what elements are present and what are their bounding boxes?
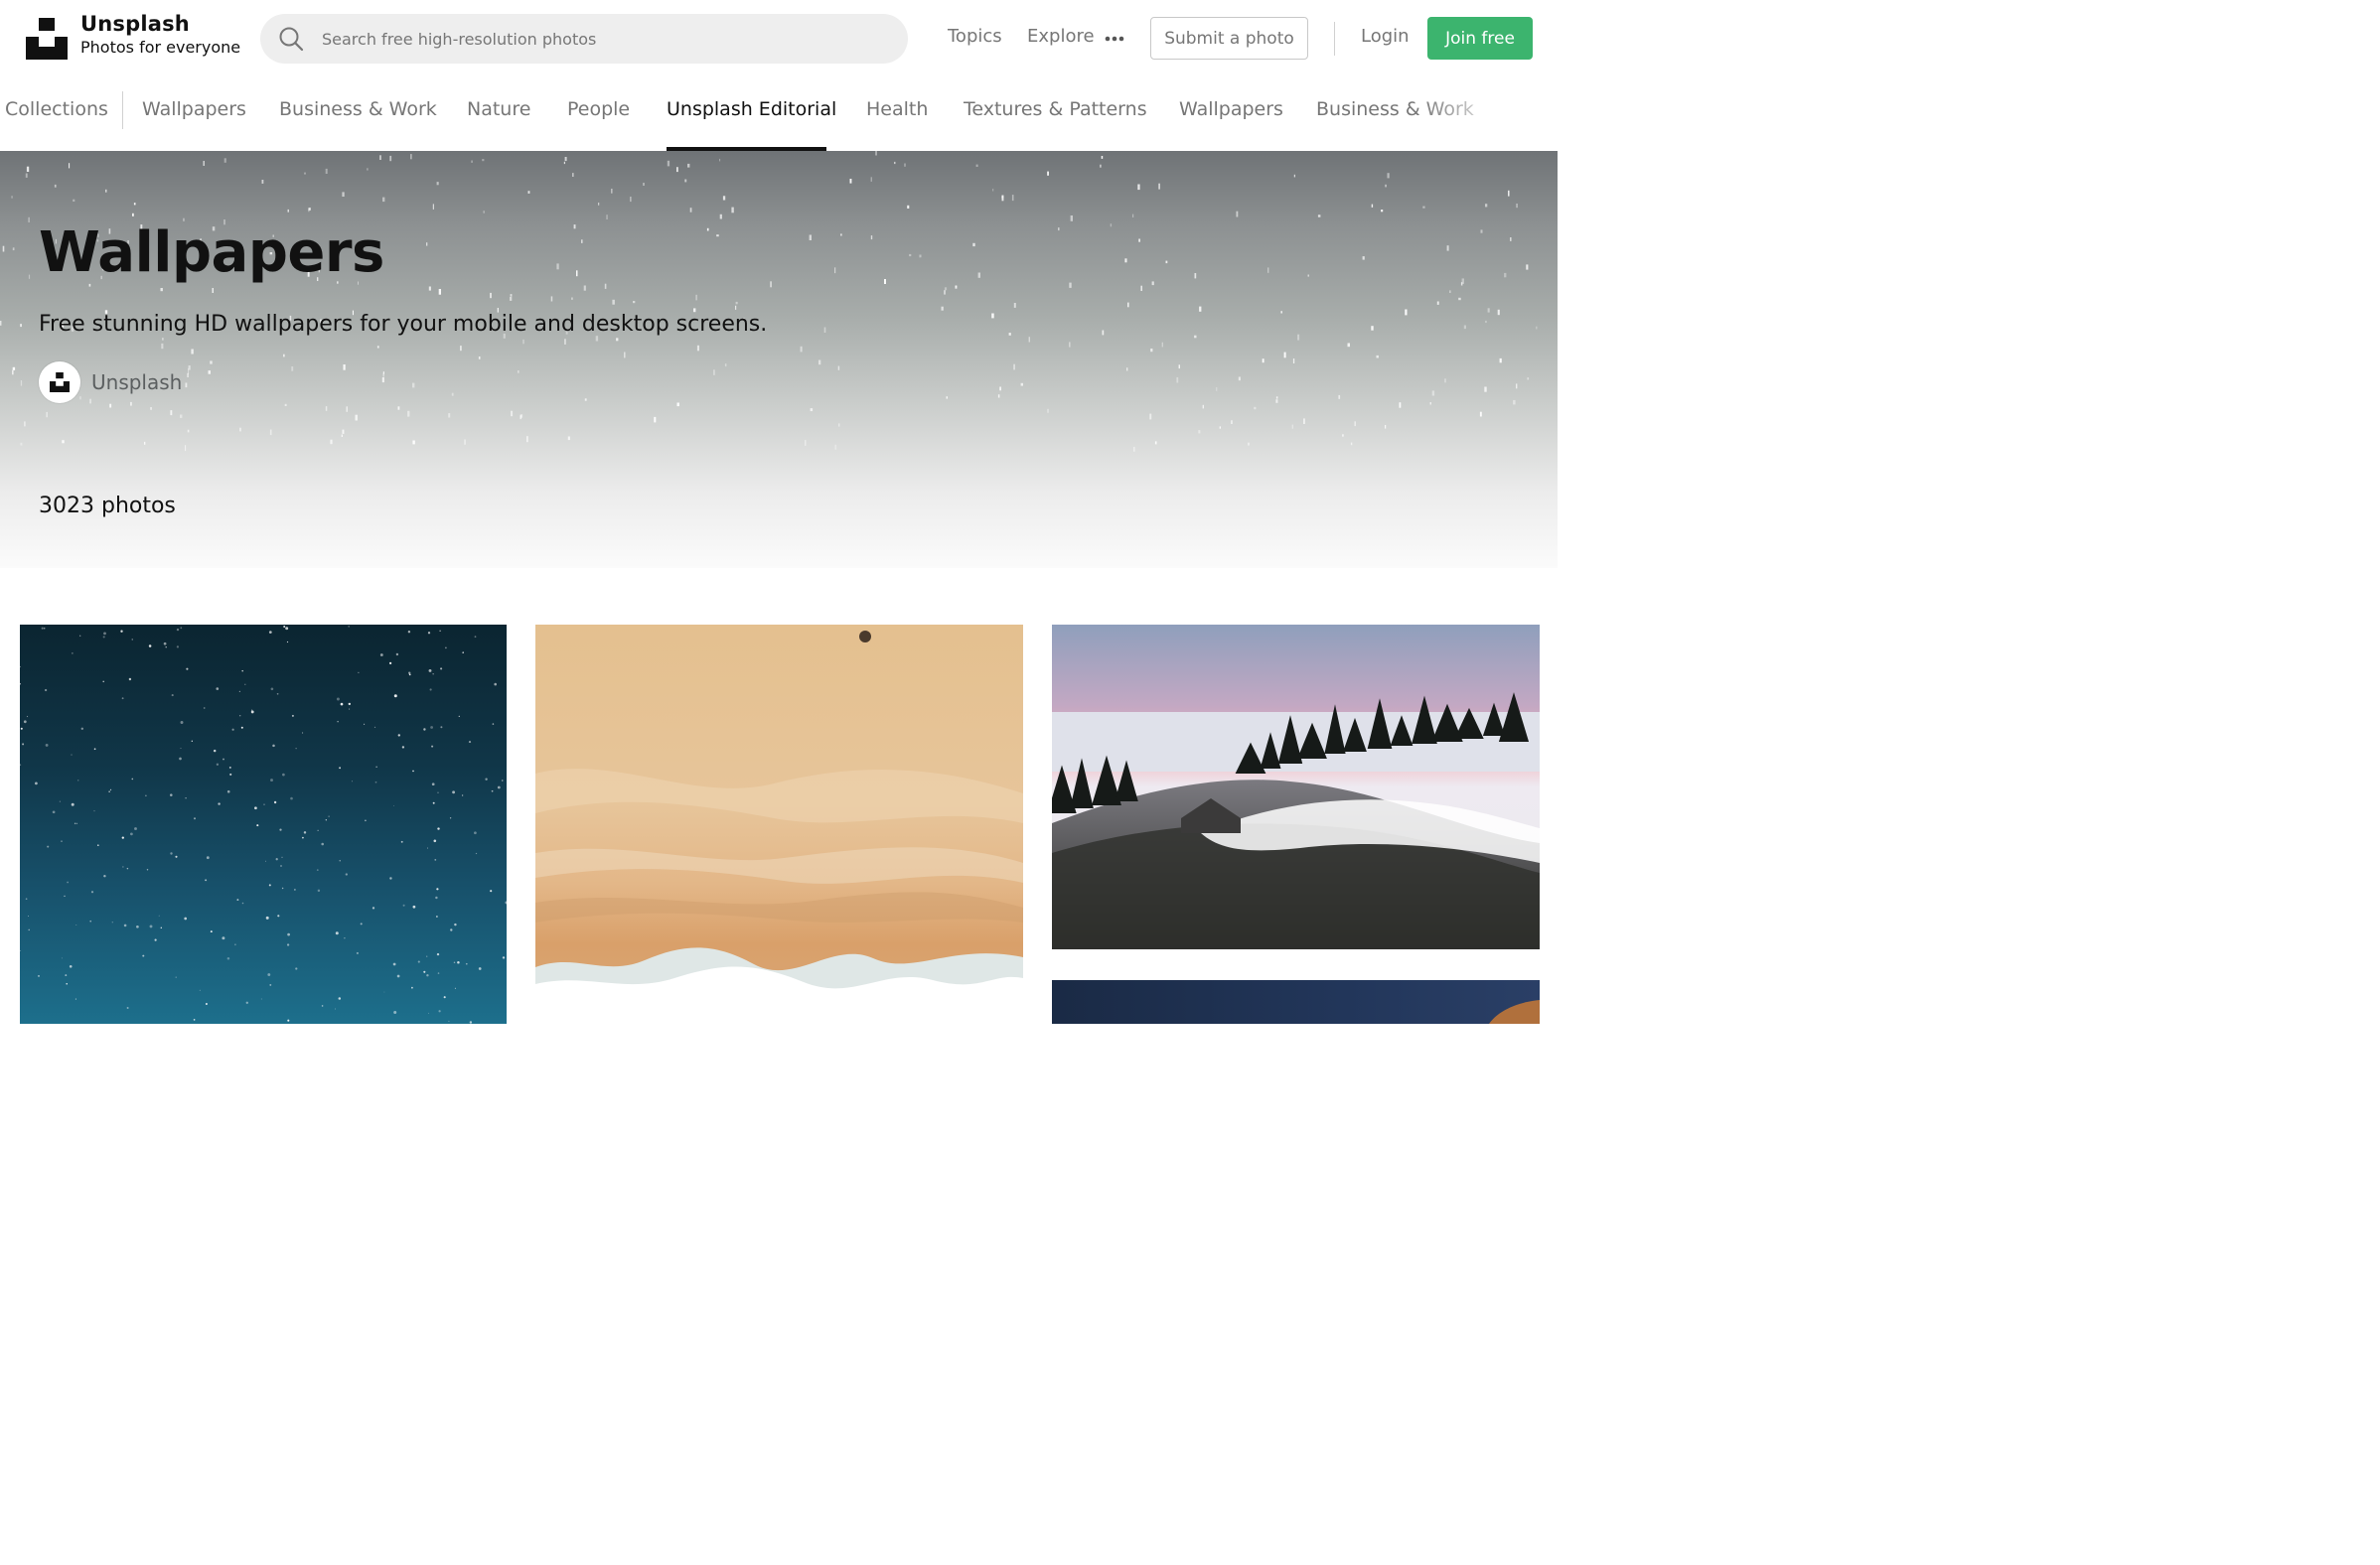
unsplash-logo-icon[interactable] <box>26 18 68 60</box>
curator[interactable]: Unsplash <box>39 361 182 403</box>
page-title: Wallpapers <box>39 220 384 285</box>
brand-name: Unsplash <box>80 12 190 36</box>
topic-health[interactable]: Health <box>866 98 928 120</box>
photo-dark-landscape[interactable] <box>1052 980 1540 1024</box>
photo-starry-night[interactable] <box>20 625 507 1024</box>
brand-tagline: Photos for everyone <box>80 38 241 57</box>
search-input[interactable] <box>322 14 878 64</box>
foggy-landscape-image <box>1052 625 1540 949</box>
more-icon[interactable] <box>1105 36 1124 42</box>
topic-textures-patterns[interactable]: Textures & Patterns <box>964 98 1147 120</box>
brand[interactable]: Unsplash Photos for everyone <box>80 14 240 56</box>
curator-name[interactable]: Unsplash <box>91 370 182 394</box>
dark-landscape-image <box>1489 1000 1540 1024</box>
topic-people[interactable]: People <box>567 98 630 120</box>
photo-aerial-beach[interactable] <box>535 625 1023 1024</box>
topic-wallpapers-2[interactable]: Wallpapers <box>1179 98 1283 120</box>
avatar[interactable] <box>39 361 80 403</box>
nav-topics-link[interactable]: Topics <box>948 26 1002 47</box>
topic-wallpapers[interactable]: Wallpapers <box>142 98 246 120</box>
topic-hero: Wallpapers Free stunning HD wallpapers f… <box>0 151 1558 568</box>
topic-unsplash-editorial[interactable]: Unsplash Editorial <box>667 98 836 120</box>
top-header: Unsplash Photos for everyone Topics Expl… <box>0 0 1558 79</box>
topic-divider <box>122 91 123 129</box>
night-sky-image <box>20 626 507 1024</box>
login-link[interactable]: Login <box>1361 26 1410 47</box>
hero-starfield-background <box>0 151 1538 452</box>
beach-image <box>535 625 1023 1024</box>
join-free-button[interactable]: Join free <box>1427 17 1533 60</box>
search-icon[interactable] <box>278 26 304 52</box>
nav-explore-link[interactable]: Explore <box>1027 26 1095 47</box>
photo-foggy-hill[interactable] <box>1052 625 1540 949</box>
topic-collections[interactable]: Collections <box>5 98 108 120</box>
topic-scroll-fade <box>1418 79 1558 151</box>
unsplash-avatar-icon <box>50 372 70 392</box>
topic-description: Free stunning HD wallpapers for your mob… <box>39 312 768 337</box>
topic-nav: Collections Wallpapers Business & Work N… <box>0 79 1558 151</box>
header-divider <box>1334 22 1335 56</box>
topic-nature[interactable]: Nature <box>467 98 530 120</box>
submit-photo-button[interactable]: Submit a photo <box>1150 17 1308 60</box>
search-bar[interactable] <box>260 14 908 64</box>
photo-count: 3023 photos <box>39 494 176 518</box>
topic-business-work[interactable]: Business & Work <box>279 98 437 120</box>
